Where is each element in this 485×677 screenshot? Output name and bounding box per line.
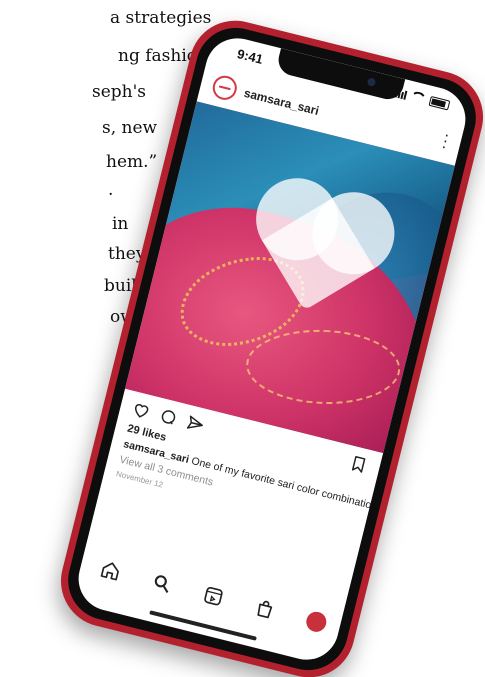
bottom-tab-bar <box>77 544 345 647</box>
phone-bezel: 9:41 samsara_sari · · · 29 likes samsara… <box>59 19 485 677</box>
battery-icon <box>428 95 451 111</box>
phone-mockup: 9:41 samsara_sari · · · 29 likes samsara… <box>38 6 485 677</box>
post-username[interactable]: samsara_sari <box>242 86 320 118</box>
front-camera <box>366 77 377 87</box>
profile-avatar-icon[interactable] <box>304 609 329 634</box>
home-icon[interactable] <box>98 558 122 582</box>
phone-case: 9:41 samsara_sari · · · 29 likes samsara… <box>51 10 485 677</box>
phone-screen: 9:41 samsara_sari · · · 29 likes samsara… <box>71 31 473 667</box>
post-avatar[interactable] <box>210 73 240 103</box>
shopping-bag-icon[interactable] <box>253 597 277 621</box>
page: a strategies ng fashion seph's s, new he… <box>0 0 485 677</box>
heart-outline-icon[interactable] <box>130 399 152 421</box>
search-icon[interactable] <box>150 571 174 595</box>
paper-plane-icon[interactable] <box>185 413 207 435</box>
post-photo[interactable] <box>125 101 455 453</box>
more-options-icon[interactable]: · · · <box>439 127 451 156</box>
status-icons <box>394 86 451 111</box>
status-time: 9:41 <box>235 46 265 67</box>
comment-bubble-icon[interactable] <box>158 406 180 428</box>
reels-icon[interactable] <box>201 584 225 608</box>
bookmark-icon[interactable] <box>348 453 370 475</box>
wifi-icon <box>409 90 428 105</box>
